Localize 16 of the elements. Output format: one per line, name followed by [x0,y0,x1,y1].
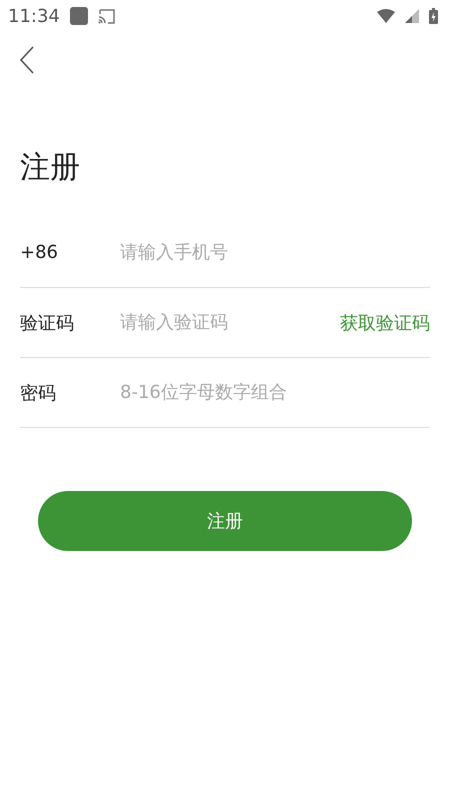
cast-icon [98,8,116,24]
input-field[interactable]: 请输入验证码 [120,312,340,333]
back-icon [20,46,34,74]
battery-icon [429,8,438,24]
input-field[interactable]: 8-16位字母数字组合 [120,382,430,403]
field-label: 密码 [20,382,57,404]
field-label: +86 [20,242,59,263]
field-label: 验证码 [20,312,75,334]
signal-icon [405,9,419,23]
page-title: 注册 [20,149,81,187]
get-code-link[interactable]: 获取验证码 [340,310,430,334]
notification-icon [70,7,88,25]
register-button[interactable]: 注册 [38,491,412,551]
wifi-icon [377,9,395,23]
status-time: 11:34 [8,6,60,26]
input-field[interactable]: 请输入手机号 [120,242,430,263]
